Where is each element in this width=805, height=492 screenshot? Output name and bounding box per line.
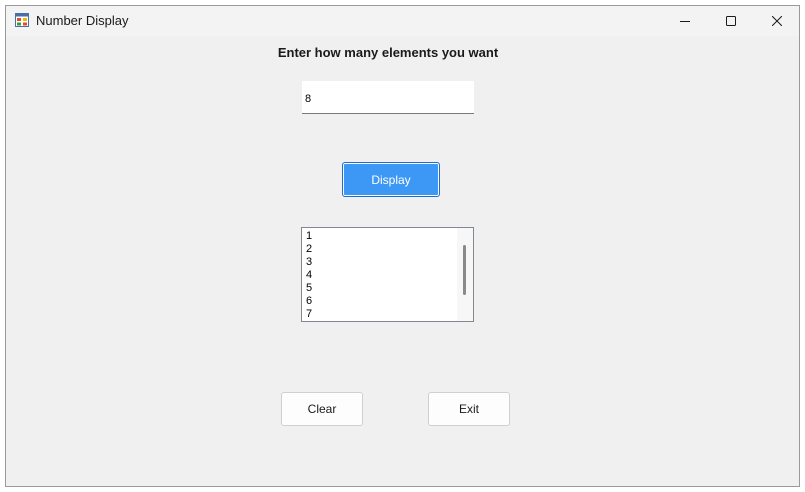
list-item[interactable]: 5 — [306, 282, 312, 295]
list-item[interactable]: 3 — [306, 256, 312, 269]
count-input[interactable] — [302, 81, 474, 114]
listbox-scrollbar[interactable] — [457, 228, 473, 321]
list-item[interactable]: 7 — [306, 308, 312, 321]
prompt-label: Enter how many elements you want — [277, 45, 499, 60]
list-items: 1234567 — [306, 230, 312, 321]
window-title: Number Display — [36, 13, 129, 28]
minimize-button[interactable] — [662, 6, 708, 36]
number-listbox[interactable]: 1234567 — [301, 227, 474, 322]
app-form-icon — [15, 13, 29, 27]
list-item[interactable]: 6 — [306, 295, 312, 308]
display-button[interactable]: Display — [342, 162, 440, 197]
list-item[interactable]: 1 — [306, 230, 312, 243]
minimize-icon — [680, 21, 690, 22]
maximize-icon — [726, 16, 736, 26]
clear-button[interactable]: Clear — [281, 392, 363, 426]
main-window: Number Display Enter how many elements y… — [5, 5, 800, 487]
list-item[interactable]: 2 — [306, 243, 312, 256]
scrollbar-thumb[interactable] — [463, 245, 466, 295]
maximize-button[interactable] — [708, 6, 754, 36]
list-item[interactable]: 4 — [306, 269, 312, 282]
exit-button[interactable]: Exit — [428, 392, 510, 426]
close-icon — [772, 16, 782, 26]
title-bar[interactable]: Number Display — [6, 6, 799, 36]
close-button[interactable] — [754, 6, 799, 36]
